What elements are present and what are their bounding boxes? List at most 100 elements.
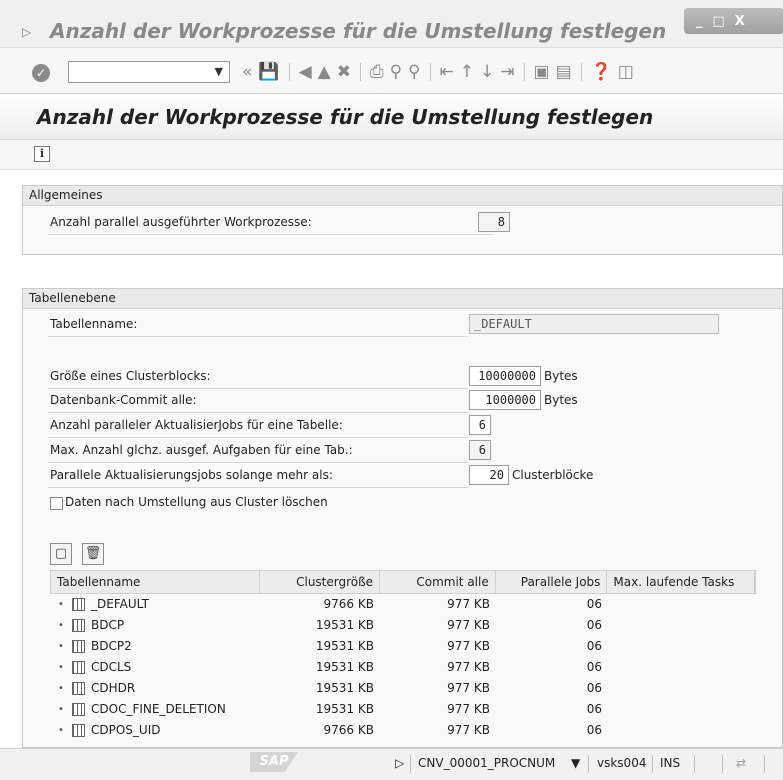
- parallel-field[interactable]: 20: [469, 465, 509, 485]
- delete-data-checkbox[interactable]: [50, 497, 63, 510]
- cell-jobs: 06: [586, 660, 602, 674]
- status-expand-icon[interactable]: ▷: [395, 756, 404, 770]
- column-header-tablename[interactable]: Tabellenname: [51, 571, 261, 593]
- column-header-clustersize[interactable]: Clustergröße: [260, 571, 381, 593]
- window-menu-icon[interactable]: ▷: [22, 25, 31, 39]
- status-separator: [764, 755, 765, 773]
- history-back-icon[interactable]: «: [242, 62, 252, 82]
- table-row[interactable]: • CDOC_FINE_DELETION 19531 KB 977 KB 06: [50, 699, 756, 720]
- commit-field[interactable]: 1000000: [469, 390, 541, 410]
- application-toolbar: [0, 140, 783, 170]
- table-icon: [72, 703, 85, 716]
- last-page-icon[interactable]: ⇥: [500, 62, 514, 82]
- column-header-tasks[interactable]: Max. laufende Tasks: [607, 571, 755, 593]
- next-page-icon[interactable]: ↓: [480, 62, 494, 82]
- clustersize-label: Größe eines Clusterblocks:: [50, 369, 211, 383]
- tablename-field[interactable]: _DEFAULT: [469, 314, 719, 334]
- cell-tasks: [608, 657, 756, 678]
- first-page-icon[interactable]: ⇤: [440, 62, 454, 82]
- print-icon[interactable]: ⎙: [370, 62, 384, 82]
- table-icon: [72, 640, 85, 653]
- window-titlebar: ▷ Anzahl der Workprozesse für die Umstel…: [0, 0, 783, 48]
- save-icon[interactable]: 💾: [258, 62, 279, 82]
- table-grid: Tabellenname Clustergröße Commit alle Pa…: [50, 570, 756, 741]
- cell-clustersize: 19531 KB: [315, 618, 374, 632]
- enter-icon[interactable]: ✓: [32, 64, 50, 82]
- table-icon: [72, 661, 85, 674]
- workprocess-label: Anzahl parallel ausgeführter Workprozess…: [50, 215, 312, 229]
- table-header: Tabellenname Clustergröße Commit alle Pa…: [50, 570, 756, 594]
- cell-tablename: • BDCP2: [50, 636, 260, 657]
- chevron-down-icon[interactable]: ▼: [215, 65, 223, 78]
- cell-tablename: • CDOC_FINE_DELETION: [50, 699, 260, 720]
- table-row[interactable]: • CDHDR 19531 KB 977 KB 06: [50, 678, 756, 699]
- status-mode: INS: [660, 756, 681, 770]
- shortcut-icon[interactable]: ▤: [556, 62, 572, 82]
- cell-commit: 977 KB: [447, 723, 490, 737]
- clustersize-field[interactable]: 10000000: [469, 366, 541, 386]
- status-separator: [588, 755, 589, 773]
- cell-jobs: 06: [586, 639, 602, 653]
- bullet-icon: •: [58, 641, 64, 652]
- tablename-label: Tabellenname:: [50, 317, 138, 331]
- cell-jobs: 06: [586, 597, 602, 611]
- parallel-label: Parallele Aktualisierungsjobs solange me…: [50, 468, 333, 482]
- cell-clustersize: 19531 KB: [315, 639, 374, 653]
- help-icon[interactable]: ❓: [591, 62, 612, 82]
- cell-tasks: [608, 720, 756, 741]
- table-row[interactable]: • _DEFAULT 9766 KB 977 KB 06: [50, 594, 756, 615]
- cell-jobs: 06: [586, 723, 602, 737]
- bullet-icon: •: [58, 683, 64, 694]
- cell-clustersize: 19531 KB: [315, 660, 374, 674]
- divider: [48, 336, 468, 337]
- cell-tasks: [608, 615, 756, 636]
- previous-page-icon[interactable]: ↑: [460, 62, 474, 82]
- find-icon[interactable]: ⚲: [390, 62, 402, 82]
- page-header: Anzahl der Workprozesse für die Umstellu…: [0, 94, 783, 140]
- maxtasks-label: Max. Anzahl glchz. ausgef. Aufgaben für …: [50, 443, 353, 457]
- status-program: CNV_00001_PROCNUM: [418, 756, 556, 770]
- divider: [48, 462, 468, 463]
- table-row[interactable]: • CDPOS_UID 9766 KB 977 KB 06: [50, 720, 756, 741]
- exit-icon[interactable]: ▲: [318, 62, 331, 82]
- customize-icon[interactable]: ◫: [618, 62, 634, 82]
- cell-clustersize: 9766 KB: [323, 723, 374, 737]
- cell-tablename: • _DEFAULT: [50, 594, 260, 615]
- cell-tasks: [608, 678, 756, 699]
- cell-commit: 977 KB: [447, 618, 490, 632]
- info-icon[interactable]: i: [34, 146, 50, 162]
- delete-entry-button[interactable]: 🗑: [82, 543, 104, 565]
- new-entry-button[interactable]: ▢: [50, 543, 72, 565]
- cell-clustersize: 19531 KB: [315, 702, 374, 716]
- column-header-jobs[interactable]: Parallele Jobs: [496, 571, 608, 593]
- new-session-icon[interactable]: ▣: [534, 62, 550, 82]
- cell-commit: 977 KB: [447, 597, 490, 611]
- table-row[interactable]: • BDCP 19531 KB 977 KB 06: [50, 615, 756, 636]
- close-button[interactable]: X: [735, 14, 745, 29]
- status-layout-icon[interactable]: ⇄: [736, 756, 746, 770]
- cancel-icon[interactable]: ✖: [337, 62, 351, 82]
- column-header-commit[interactable]: Commit alle: [380, 571, 496, 593]
- tablename-text: _DEFAULT: [91, 597, 149, 611]
- maximize-button[interactable]: □: [713, 14, 725, 29]
- workprocess-field[interactable]: 8: [478, 212, 510, 232]
- command-field[interactable]: ▼: [68, 61, 230, 83]
- maxtasks-field[interactable]: 6: [469, 440, 491, 460]
- cell-commit: 977 KB: [447, 660, 490, 674]
- cell-clustersize: 9766 KB: [323, 597, 374, 611]
- divider: [48, 487, 468, 488]
- table-row[interactable]: • BDCP2 19531 KB 977 KB 06: [50, 636, 756, 657]
- table-row[interactable]: • CDCLS 19531 KB 977 KB 06: [50, 657, 756, 678]
- divider: [48, 412, 468, 413]
- cell-tablename: • CDCLS: [50, 657, 260, 678]
- cell-tablename: • BDCP: [50, 615, 260, 636]
- table-level-group-heading: Tabellenebene: [23, 289, 782, 309]
- jobs-field[interactable]: 6: [469, 415, 491, 435]
- minimize-button[interactable]: _: [696, 14, 703, 29]
- find-next-icon[interactable]: ⚲: [408, 62, 420, 82]
- table-icon: [72, 682, 85, 695]
- back-icon[interactable]: ◀: [299, 62, 312, 82]
- status-dropdown-icon[interactable]: ▼: [571, 756, 580, 770]
- clustersize-unit: Bytes: [544, 369, 578, 383]
- parallel-unit: Clusterblöcke: [512, 468, 594, 482]
